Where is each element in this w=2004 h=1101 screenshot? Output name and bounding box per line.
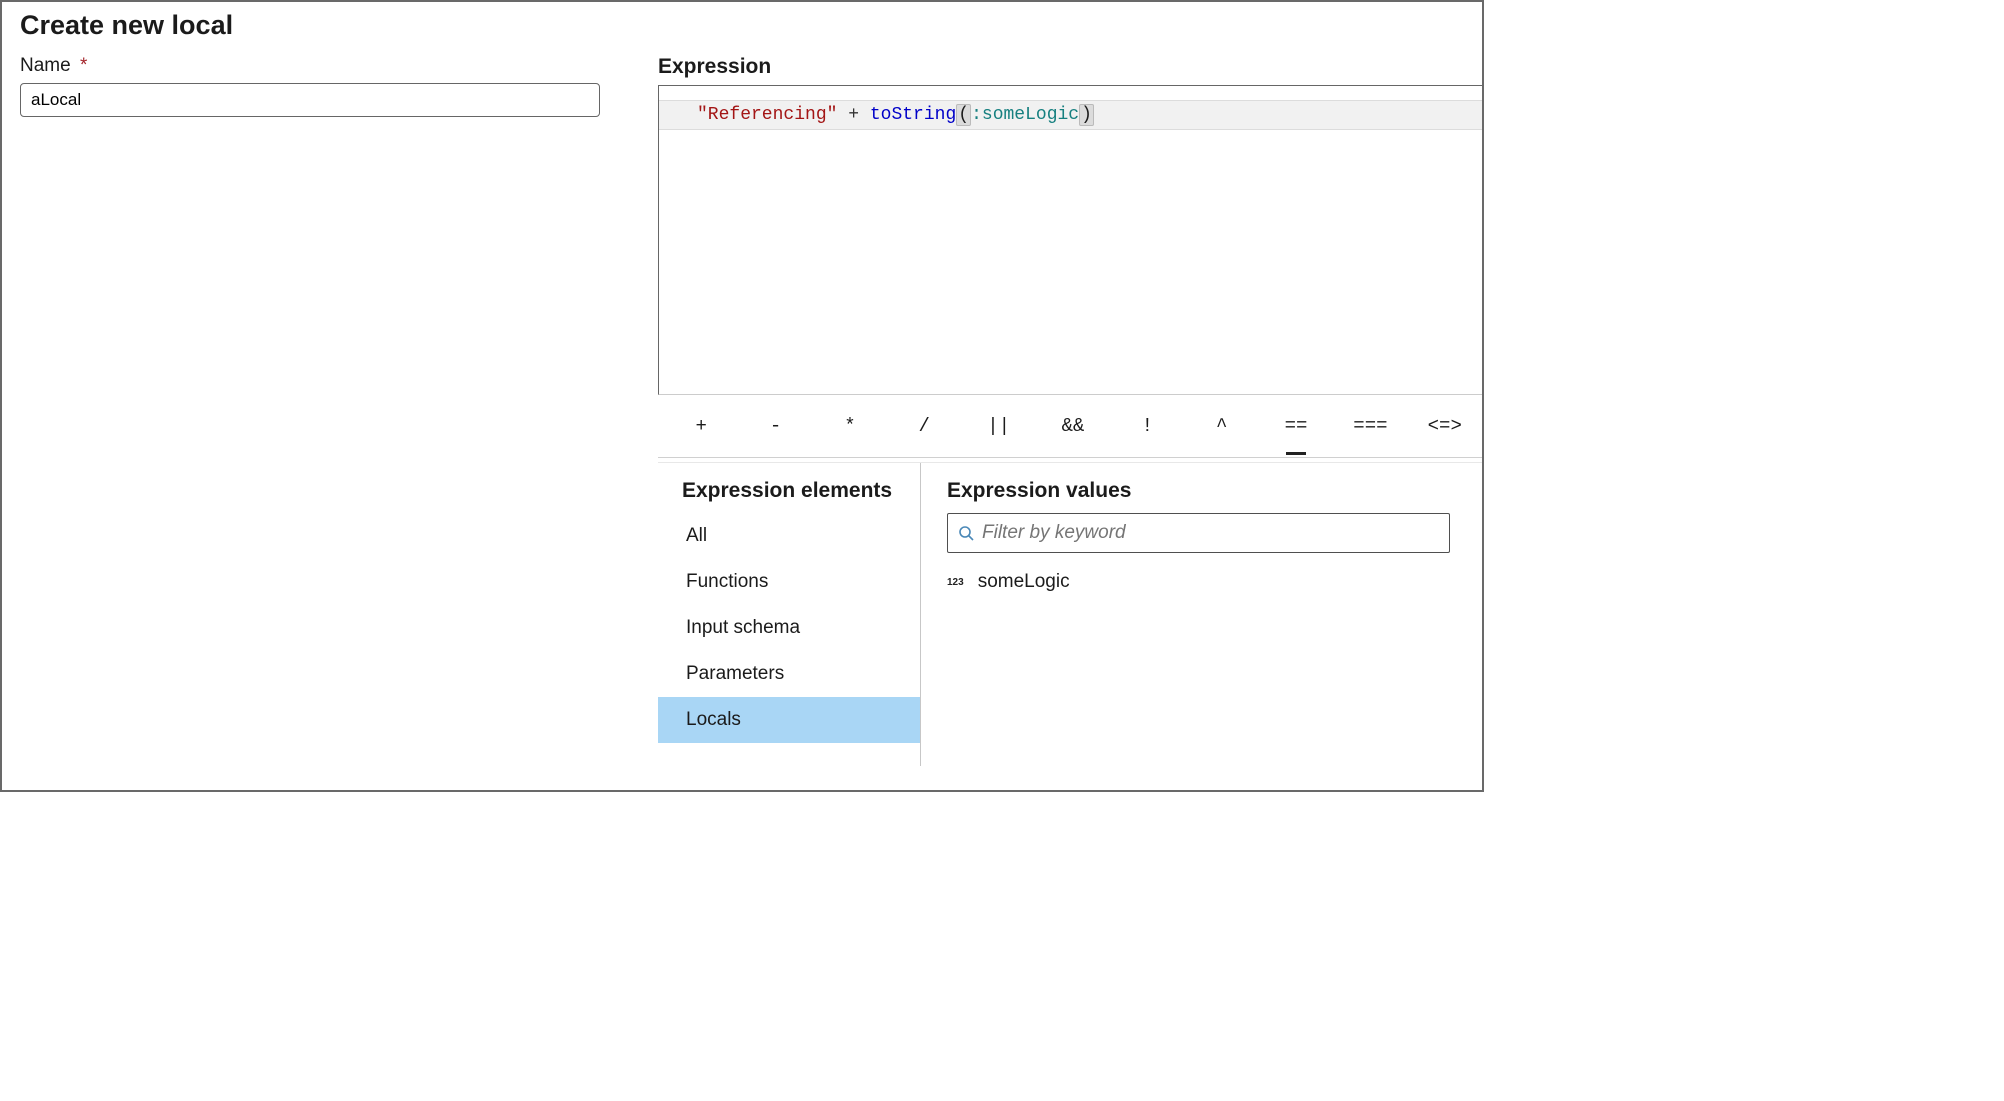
dialog-frame: Create new local Name * Expression "Refe… — [0, 0, 1484, 792]
filter-wrap[interactable] — [947, 513, 1450, 553]
operator-toolbar: + - * / || && ! ^ == === <=> — [658, 395, 1482, 457]
search-icon — [958, 525, 974, 541]
right-column: Expression "Referencing" + toString(:som… — [638, 55, 1482, 766]
required-indicator: * — [76, 55, 87, 76]
operator-or[interactable]: || — [961, 415, 1035, 437]
operator-divider — [658, 457, 1482, 458]
elements-item-parameters[interactable]: Parameters — [658, 651, 920, 697]
expression-values-panel: Expression values 123 someLogic — [921, 463, 1482, 766]
expression-values-title: Expression values — [921, 463, 1450, 513]
token-lparen: ( — [956, 104, 971, 126]
page-title: Create new local — [2, 2, 1482, 55]
elements-item-all[interactable]: All — [658, 513, 920, 559]
left-column: Name * — [2, 55, 638, 766]
operator-and[interactable]: && — [1036, 415, 1110, 437]
token-plus: + — [837, 105, 869, 125]
name-label: Name * — [20, 55, 638, 83]
operator-eq[interactable]: == — [1259, 415, 1333, 437]
token-colon: : — [971, 105, 982, 125]
operator-minus[interactable]: - — [738, 415, 812, 437]
value-item-label: someLogic — [978, 571, 1070, 593]
operator-plus[interactable]: + — [664, 415, 738, 437]
filter-input[interactable] — [982, 522, 1439, 544]
operator-not[interactable]: ! — [1110, 415, 1184, 437]
operator-divide[interactable]: / — [887, 415, 961, 437]
elements-item-locals[interactable]: Locals — [658, 697, 920, 743]
elements-item-functions[interactable]: Functions — [658, 559, 920, 605]
value-item[interactable]: 123 someLogic — [921, 571, 1450, 593]
token-string: "Referencing" — [697, 105, 837, 125]
operator-strict-eq[interactable]: === — [1333, 415, 1407, 437]
operator-compare[interactable]: <=> — [1408, 415, 1482, 437]
type-badge-number-icon: 123 — [947, 577, 964, 588]
token-identifier: someLogic — [982, 105, 1079, 125]
operator-multiply[interactable]: * — [813, 415, 887, 437]
expression-code-line[interactable]: "Referencing" + toString(:someLogic) — [659, 100, 1482, 130]
elements-item-input-schema[interactable]: Input schema — [658, 605, 920, 651]
token-function: toString — [870, 105, 956, 125]
expression-editor[interactable]: "Referencing" + toString(:someLogic) — [658, 85, 1482, 395]
expression-label: Expression — [658, 55, 1482, 85]
name-input[interactable] — [20, 83, 600, 117]
operator-xor[interactable]: ^ — [1185, 415, 1259, 437]
expression-elements-title: Expression elements — [658, 463, 920, 513]
name-label-text: Name — [20, 55, 71, 76]
expression-elements-panel: Expression elements All Functions Input … — [658, 463, 921, 766]
token-rparen: ) — [1079, 104, 1094, 126]
